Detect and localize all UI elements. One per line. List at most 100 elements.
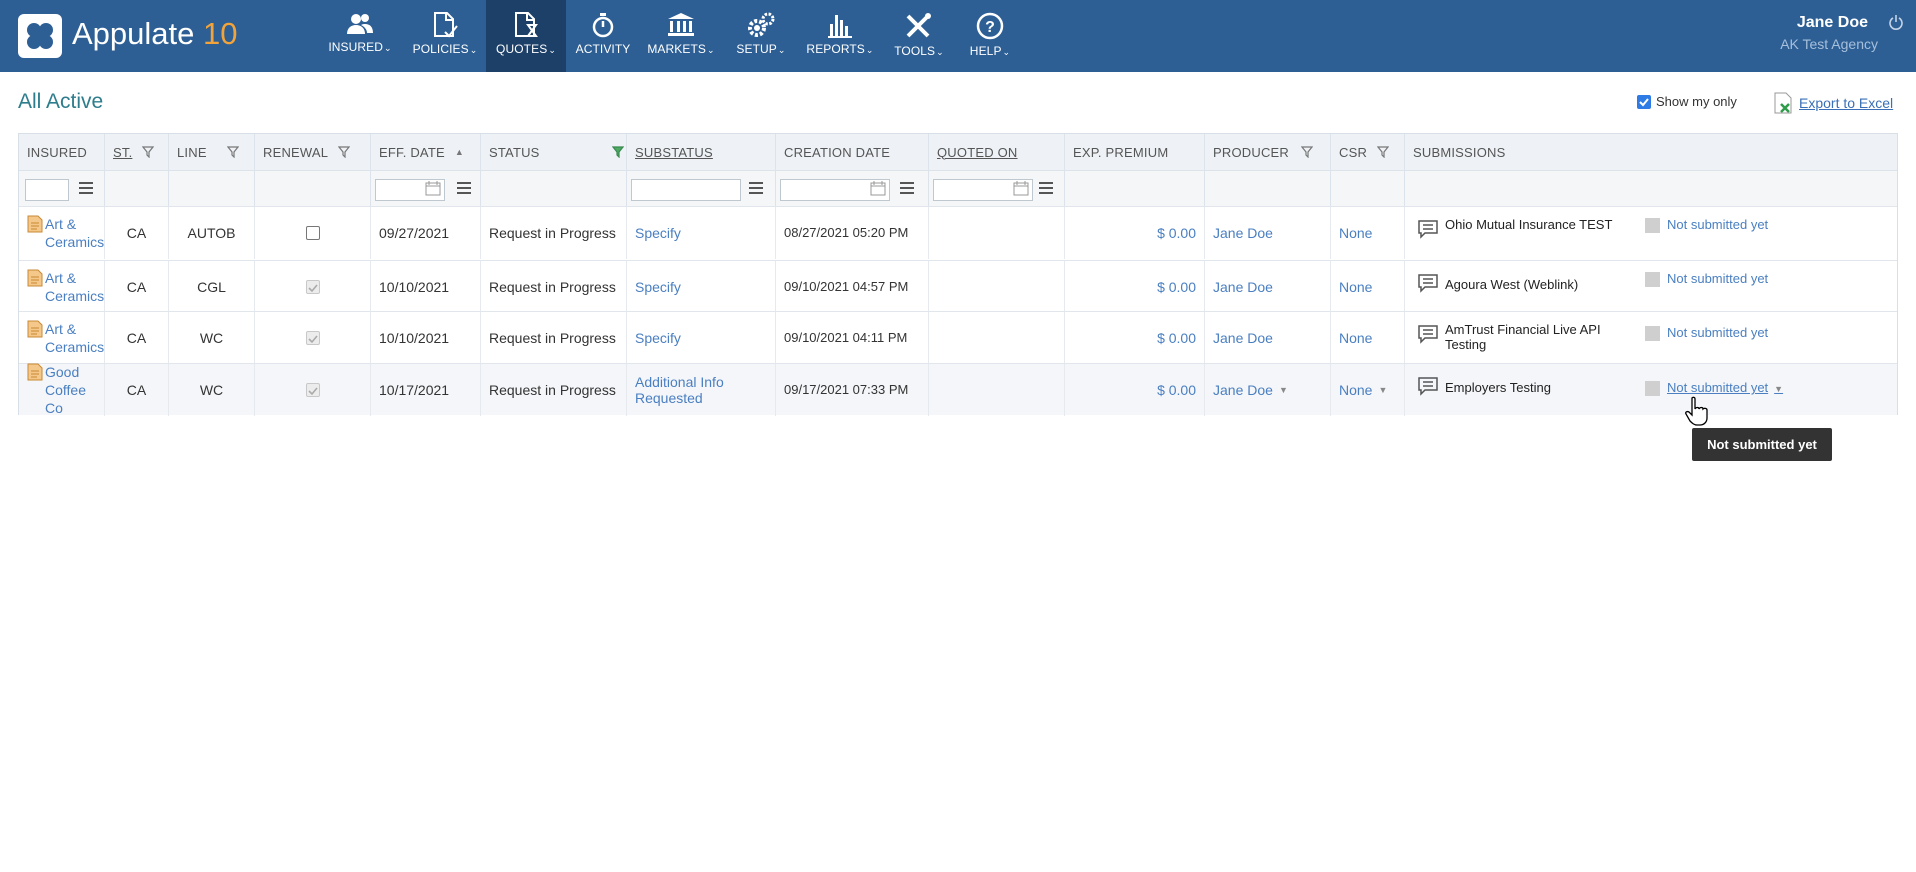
table-row[interactable]: Art & Ceramics CA WC 10/10/2021 Request in P… [19,311,1897,364]
nav-reports[interactable]: REPORTS⌄ [800,0,880,72]
col-producer[interactable]: PRODUCER [1205,134,1331,170]
filter-icon[interactable] [1377,146,1390,158]
insured-link[interactable]: Art & Ceramics [27,320,104,356]
col-substatus[interactable]: SUBSTATUS [627,134,776,170]
comment-icon[interactable] [1417,324,1439,344]
nav-setup[interactable]: SETUP⌄ [728,0,794,72]
submission-status-link[interactable]: Not submitted yet [1667,325,1768,340]
col-renewal[interactable]: RENEWAL [255,134,371,170]
substatus-link[interactable]: Specify [635,279,681,295]
csr-link[interactable]: None [1339,225,1372,241]
filter-menu-icon[interactable] [749,182,763,194]
col-creation-date[interactable]: CREATION DATE [776,134,929,170]
filter-menu-icon[interactable] [900,182,914,194]
col-status[interactable]: STATUS [481,134,627,170]
renewal-checkbox[interactable] [305,226,320,240]
caret-down-icon[interactable]: ▼ [1279,385,1288,395]
insured-name[interactable]: Art & Ceramics [45,215,104,251]
caret-down-icon[interactable]: ▼ [1378,385,1387,395]
insured-name[interactable]: Art & Ceramics [45,269,104,305]
csr-link[interactable]: None [1339,382,1372,398]
producer-link[interactable]: Jane Doe [1213,330,1273,346]
insured-link[interactable]: Art & Ceramics [27,215,104,251]
nav-policies[interactable]: POLICIES⌄ [405,0,485,72]
csr-link[interactable]: None [1339,279,1372,295]
filter-input-insured[interactable] [25,179,69,201]
table-row[interactable]: Art & Ceramics CA AUTOB 09/27/2021 Request i… [19,206,1897,259]
submission-status-link[interactable]: Not submitted yet [1667,217,1768,232]
filter-icon[interactable] [226,146,239,158]
insured-link[interactable]: Good Coffee Co [27,363,96,417]
appulate-logo[interactable] [18,14,62,58]
submission-status-link[interactable]: Not submitted yet ▼ [1667,380,1783,395]
show-my-only-label: Show my only [1656,94,1737,109]
document-icon [27,320,43,338]
premium-value[interactable]: $ 0.00 [1157,382,1196,398]
col-st[interactable]: ST. [105,134,169,170]
insured-name[interactable]: Art & Ceramics [45,320,104,356]
col-insured[interactable]: INSURED [19,134,105,170]
col-exp-premium[interactable]: EXP. PREMIUM [1065,134,1205,170]
col-submissions[interactable]: SUBMISSIONS [1405,134,1897,170]
cell-producer: Jane Doe [1205,261,1331,313]
col-quoted-on[interactable]: QUOTED ON [929,134,1065,170]
nav-insured[interactable]: INSURED⌄ [325,0,395,72]
csr-link[interactable]: None [1339,330,1372,346]
calendar-icon[interactable] [870,180,886,196]
substatus-link[interactable]: Specify [635,330,681,346]
col-line[interactable]: LINE [169,134,255,170]
submission-status-link[interactable]: Not submitted yet [1667,271,1768,286]
substatus-link[interactable]: Additional Info Requested [635,374,767,406]
cell-csr: None ▼ [1331,364,1405,416]
submission-status-text[interactable]: Not submitted yet [1667,325,1768,340]
filter-icon[interactable] [1301,146,1313,158]
col-eff-date[interactable]: EFF. DATE ▲ [371,134,481,170]
chevron-down-icon: ⌄ [707,45,715,55]
show-my-only-checkbox[interactable] [1637,94,1651,109]
submission-status-text[interactable]: Not submitted yet [1667,271,1768,286]
col-insured-label: INSURED [27,144,87,160]
cell-state: CA [105,207,169,259]
nav-markets[interactable]: MARKETS⌄ [641,0,721,72]
filter-icon[interactable] [142,146,155,158]
filter-icon[interactable] [338,146,351,158]
show-my-only-toggle[interactable]: Show my only [1637,94,1737,109]
quotes-grid: INSURED ST. LINE RENEWAL EFF. DATE ▲ STAT… [18,133,1898,417]
table-row[interactable]: Art & Ceramics CA CGL 10/10/2021 Request in … [19,260,1897,313]
nav-quotes[interactable]: QUOTES⌄ [486,0,566,72]
filter-active-icon[interactable] [611,146,624,158]
submission-status-text[interactable]: Not submitted yet [1667,217,1768,232]
filter-input-substatus[interactable] [631,179,741,201]
table-row[interactable]: Good Coffee Co CA WC 10/17/2021 Request in P… [19,363,1897,417]
producer-link[interactable]: Jane Doe [1213,225,1273,241]
premium-value[interactable]: $ 0.00 [1157,330,1196,346]
insured-name[interactable]: Good Coffee Co [45,363,96,417]
producer-link[interactable]: Jane Doe [1213,382,1273,398]
substatus-link[interactable]: Specify [635,225,681,241]
power-icon[interactable] [1888,14,1904,30]
premium-value[interactable]: $ 0.00 [1157,225,1196,241]
export-to-excel-link[interactable]: Export to Excel [1773,92,1893,114]
caret-down-icon[interactable]: ▼ [1774,384,1783,394]
user-name[interactable]: Jane Doe [1797,14,1868,32]
insured-link[interactable]: Art & Ceramics [27,269,104,305]
submission-status-text[interactable]: Not submitted yet [1667,380,1768,395]
col-csr[interactable]: CSR [1331,134,1405,170]
nav-help[interactable]: ? HELP⌄ [960,0,1020,72]
cell-csr: None [1331,207,1405,259]
producer-link[interactable]: Jane Doe [1213,279,1273,295]
comment-icon[interactable] [1417,376,1439,396]
calendar-icon[interactable] [1013,180,1029,196]
filter-menu-icon[interactable] [457,182,471,194]
calendar-icon[interactable] [425,180,441,196]
comment-icon[interactable] [1417,273,1439,293]
cell-eff-date: 10/10/2021 [371,312,481,364]
cell-exp-premium: $ 0.00 [1065,364,1205,416]
comment-icon[interactable] [1417,219,1439,239]
premium-value[interactable]: $ 0.00 [1157,279,1196,295]
cell-submissions: Employers Testing Not submitted yet ▼ [1405,364,1897,416]
nav-tools[interactable]: TOOLS⌄ [886,0,952,72]
filter-menu-icon[interactable] [1039,182,1053,194]
filter-menu-icon[interactable] [79,182,93,194]
nav-activity[interactable]: ACTIVITY [571,0,635,72]
